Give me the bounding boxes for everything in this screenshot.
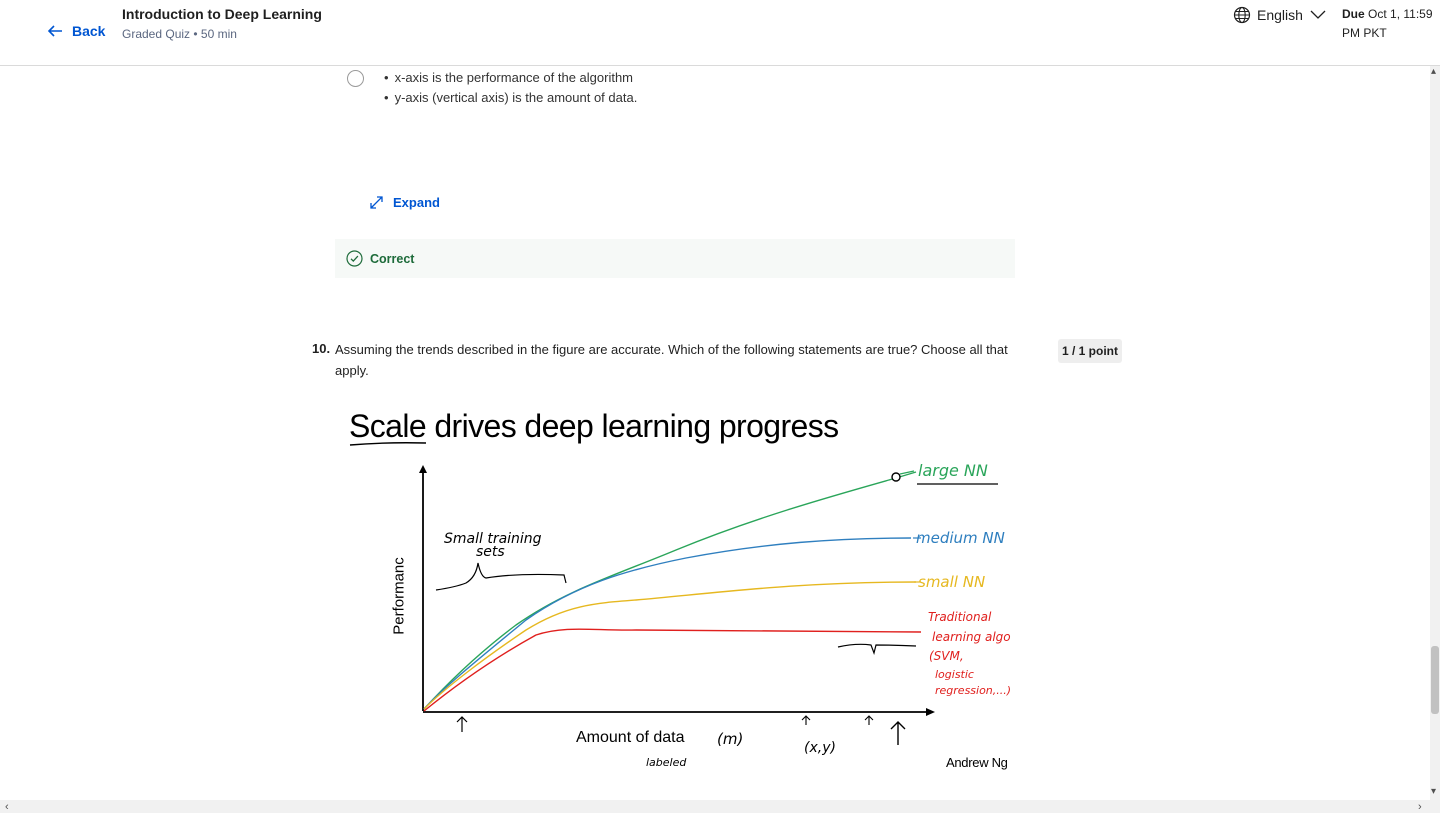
back-label: Back (72, 23, 106, 39)
scroll-right-arrow[interactable]: › (1418, 801, 1422, 813)
points-badge: 1 / 1 point (1058, 339, 1123, 363)
vertical-scroll-thumb[interactable] (1431, 646, 1439, 714)
due-date-line2: PM PKT (1342, 26, 1387, 40)
expand-button[interactable]: Expand (368, 194, 440, 211)
arrow-left-icon (47, 25, 62, 37)
question-text: Assuming the trends described in the fig… (335, 342, 1008, 378)
correct-label: Correct (370, 251, 415, 266)
due-date: Due Oct 1, 11:59 PM PKT (1342, 5, 1438, 43)
option-line: y-axis (vertical axis) is the amount of … (384, 88, 638, 108)
language-label: English (1257, 7, 1303, 23)
traditional-brace (837, 643, 917, 656)
scroll-down-arrow[interactable]: ▾ (1431, 786, 1436, 797)
traditional-label: (SVM, (929, 649, 964, 663)
due-label: Due (1342, 7, 1365, 21)
labeled-label: labeled (646, 756, 687, 769)
curve-large-nn (423, 471, 917, 710)
course-title: Introduction to Deep Learning (122, 6, 322, 22)
title-underline (349, 442, 427, 446)
traditional-label: regression,...) (935, 684, 1011, 697)
x-axis (423, 708, 935, 716)
chevron-down-icon (1310, 10, 1326, 19)
answer-radio[interactable] (347, 70, 364, 87)
scroll-up-arrow[interactable]: ▴ (1431, 66, 1436, 77)
tick-arrow (456, 716, 468, 732)
traditional-label: logistic (935, 668, 974, 681)
back-button[interactable]: Back (46, 22, 105, 40)
xy-label: (x,y) (804, 740, 836, 756)
answer-option: x-axis is the performance of the algorit… (384, 68, 638, 108)
curve-medium-nn (423, 537, 912, 710)
figure-graph: Small training sets large NN medium NN s… (349, 442, 1011, 769)
tick-arrow (864, 715, 874, 725)
correct-status: Correct (346, 250, 414, 267)
figure-y-label: Performanc (390, 557, 408, 635)
curve-large-nn-point (891, 472, 901, 482)
expand-label: Expand (393, 195, 440, 210)
expand-icon (370, 196, 383, 209)
question-number: 10. (312, 341, 331, 356)
scroll-left-arrow[interactable]: ‹ (5, 801, 9, 813)
horizontal-scrollbar[interactable] (0, 800, 1440, 813)
traditional-label: Traditional (928, 610, 992, 624)
option-line: x-axis is the performance of the algorit… (384, 68, 637, 88)
sets-label: sets (476, 544, 505, 560)
quiz-meta: Graded Quiz • 50 min (122, 27, 237, 41)
medium-nn-label: medium NN (916, 529, 1005, 547)
curve-traditional (423, 628, 922, 712)
quiz-header: Back Introduction to Deep Learning Grade… (0, 0, 1440, 66)
due-date-line1: Oct 1, 11:59 (1368, 7, 1433, 21)
large-nn-label: large NN (918, 461, 988, 480)
language-selector[interactable]: English (1233, 6, 1327, 24)
figure-credit: Andrew Ng (946, 755, 1008, 770)
traditional-label: learning algo (932, 630, 1011, 644)
curve-small-nn (423, 581, 917, 710)
tick-arrow (890, 721, 906, 745)
check-circle-icon (346, 250, 363, 267)
feedback-banner (335, 239, 1015, 278)
globe-icon (1233, 6, 1251, 24)
small-training-brace (435, 562, 567, 591)
tick-arrow (801, 715, 811, 725)
figure-x-label: Amount of data (576, 729, 685, 746)
small-nn-label: small NN (918, 573, 985, 591)
y-axis (419, 465, 427, 711)
m-label: (m) (717, 730, 743, 748)
